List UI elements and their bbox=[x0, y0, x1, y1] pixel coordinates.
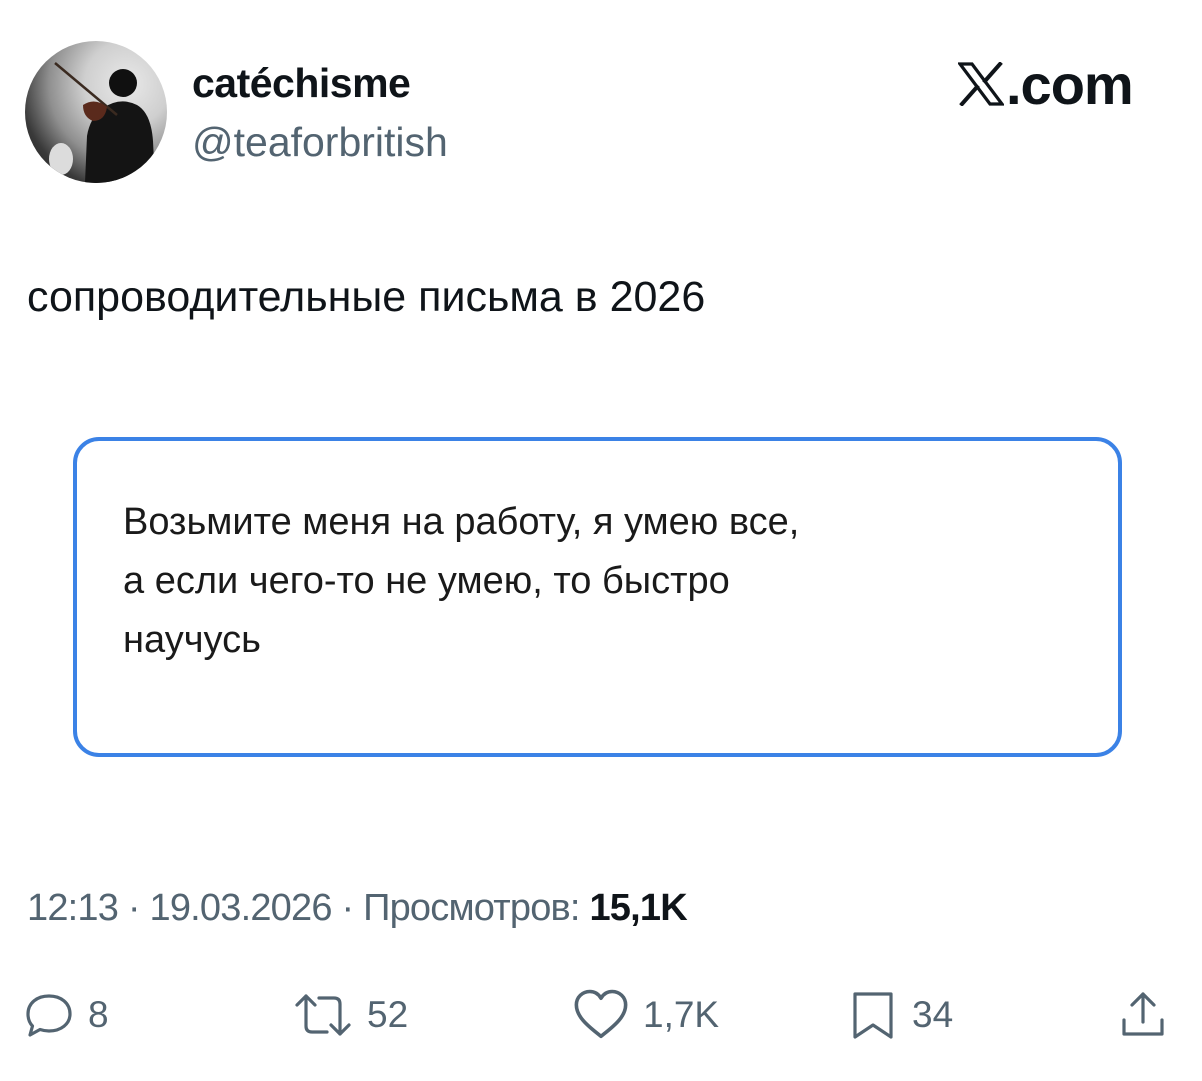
reply-count: 8 bbox=[88, 994, 109, 1035]
x-logo-icon bbox=[958, 62, 1004, 106]
like-count: 1,7K bbox=[643, 994, 720, 1035]
avatar[interactable] bbox=[25, 41, 167, 183]
display-name[interactable]: catéchisme bbox=[192, 60, 411, 107]
tweet-meta: 12:13 · 19.03.2026 · Просмотров: 15,1K bbox=[27, 887, 688, 930]
like-button[interactable]: 1,7K bbox=[573, 985, 719, 1045]
share-button[interactable] bbox=[1118, 985, 1168, 1045]
action-bar: 8 52 1,7K 34 bbox=[0, 985, 1202, 1045]
tweet-date[interactable]: 19.03.2026 bbox=[149, 887, 332, 929]
meta-separator: · bbox=[341, 887, 354, 929]
card-text: Возьмите меня на работу, я умею все, а е… bbox=[123, 501, 800, 661]
tweet-text: сопроводительные письма в 2026 bbox=[27, 273, 706, 321]
reply-icon bbox=[26, 994, 72, 1037]
bookmark-icon bbox=[853, 992, 893, 1039]
repost-icon bbox=[295, 994, 351, 1036]
reply-button[interactable]: 8 bbox=[24, 985, 109, 1045]
bookmark-count: 34 bbox=[912, 994, 954, 1035]
views-label: Просмотров: bbox=[363, 887, 580, 929]
repost-button[interactable]: 52 bbox=[293, 985, 408, 1045]
user-handle[interactable]: @teaforbritish bbox=[192, 119, 448, 166]
quote-card: Возьмите меня на работу, я умею все, а е… bbox=[73, 437, 1122, 757]
avatar-image bbox=[49, 62, 155, 183]
bookmark-button[interactable]: 34 bbox=[848, 985, 953, 1045]
tweet-time[interactable]: 12:13 bbox=[27, 887, 119, 929]
views-count: 15,1K bbox=[589, 887, 687, 929]
repost-count: 52 bbox=[367, 994, 409, 1035]
meta-separator: · bbox=[127, 887, 141, 929]
x-logo: .com bbox=[958, 52, 1134, 116]
heart-icon bbox=[574, 989, 628, 1039]
x-logo-suffix: .com bbox=[1006, 52, 1134, 116]
share-icon bbox=[1122, 992, 1164, 1036]
